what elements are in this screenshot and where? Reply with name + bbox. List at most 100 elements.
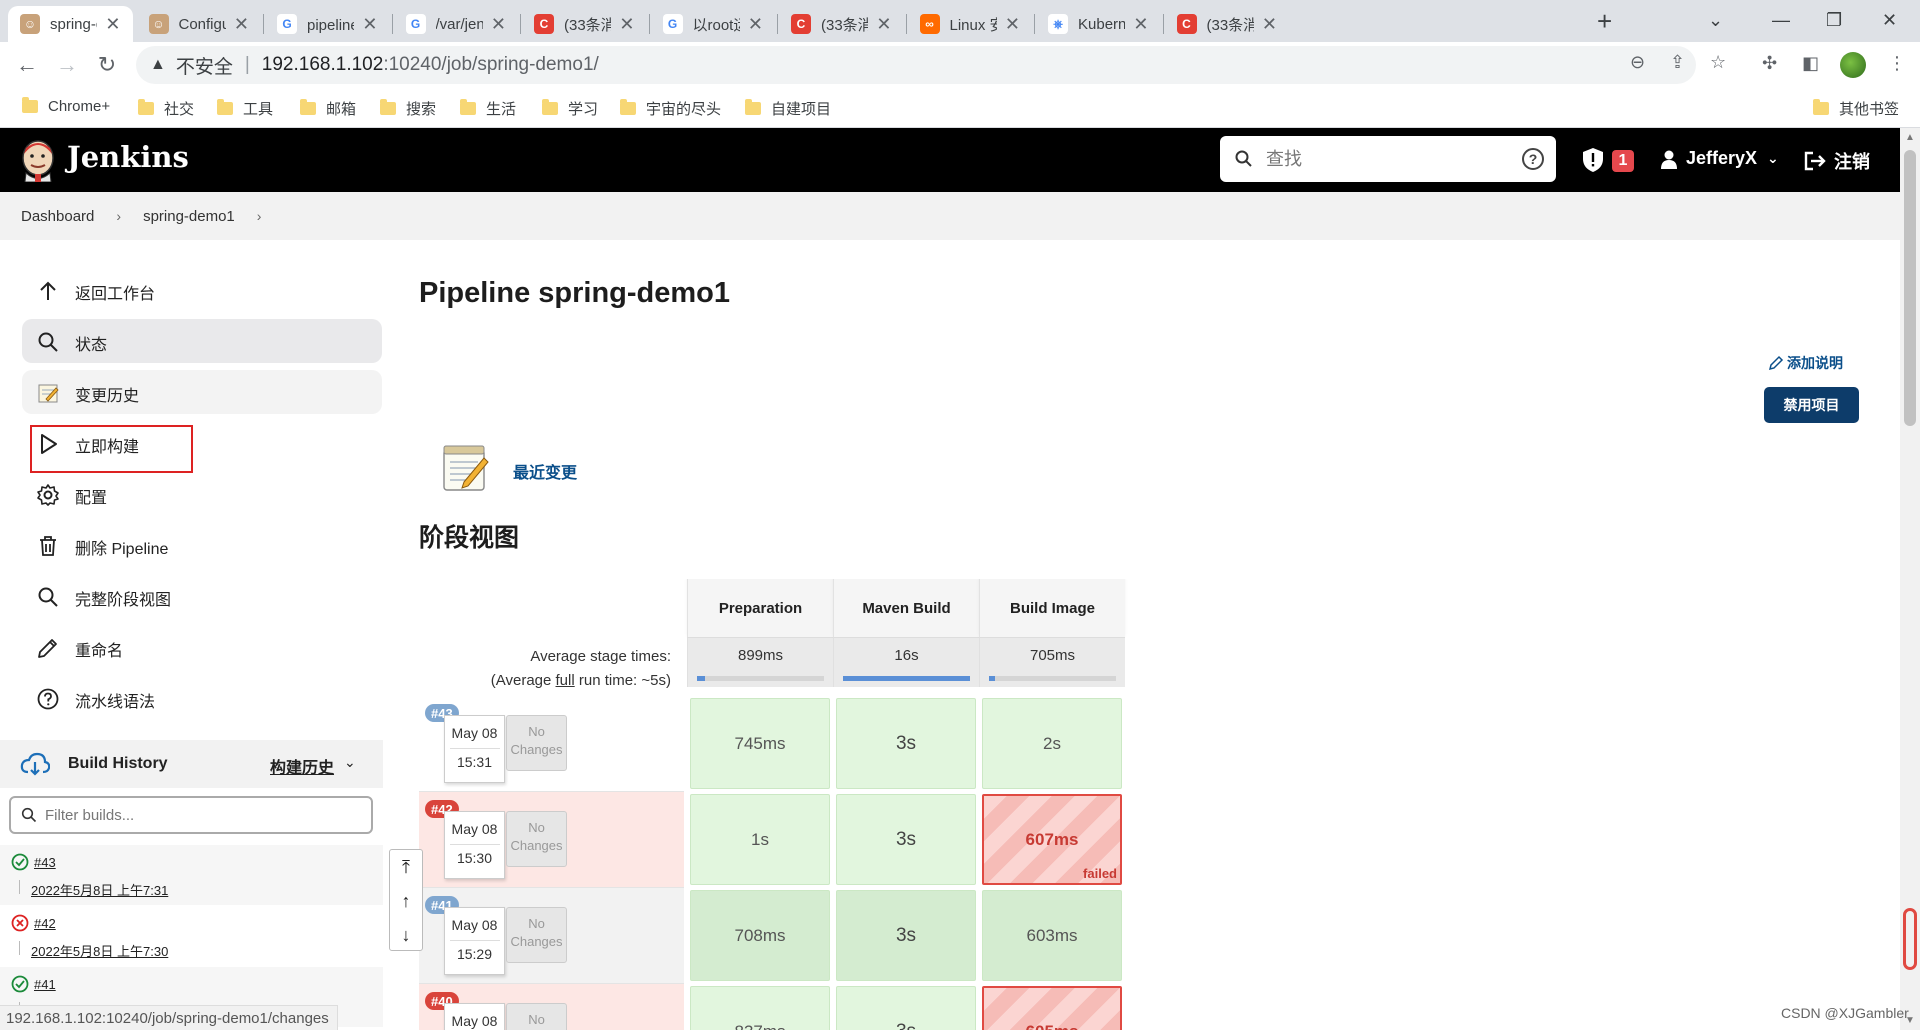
stage-cell[interactable]: 837ms: [690, 986, 830, 1030]
build-history-trend-link[interactable]: 构建历史: [270, 754, 334, 778]
filter-builds-input[interactable]: [45, 806, 345, 824]
build-number-link[interactable]: #41: [34, 977, 56, 992]
stage-cell[interactable]: 1s: [690, 794, 830, 885]
no-changes-label[interactable]: No Changes: [506, 907, 567, 963]
scrollbar-thumb[interactable]: [1904, 150, 1916, 426]
profile-avatar[interactable]: [1840, 52, 1866, 78]
notepad-icon[interactable]: [440, 442, 490, 492]
browser-tab[interactable]: Gpipeline 无 ✕: [265, 6, 390, 42]
extensions-icon[interactable]: ✣: [1762, 53, 1777, 74]
jenkins-search-box[interactable]: ?: [1220, 136, 1556, 182]
no-changes-label[interactable]: No Changes: [506, 811, 567, 867]
bookmark-folder[interactable]: 邮箱: [300, 98, 356, 119]
run-date-card[interactable]: May 08 15:30: [444, 811, 505, 879]
bookmark-folder[interactable]: 搜索: [380, 98, 436, 119]
bookmark-folder[interactable]: 学习: [542, 98, 598, 119]
bookmark-other[interactable]: 其他书签: [1813, 98, 1899, 119]
security-badge[interactable]: 1: [1612, 150, 1634, 172]
bookmark-star-icon[interactable]: ☆: [1710, 52, 1726, 73]
close-tab-icon[interactable]: ✕: [1005, 14, 1020, 35]
build-history-row[interactable]: #43 2022年5月8日 上午7:31: [0, 845, 383, 905]
scroll-down-icon[interactable]: ↓: [390, 918, 422, 952]
stage-cell[interactable]: 603ms: [982, 890, 1122, 981]
filter-builds-box[interactable]: [9, 796, 373, 834]
breadcrumb-job[interactable]: spring-demo1: [143, 208, 235, 225]
build-date-link[interactable]: 2022年5月8日 上午7:31: [31, 880, 168, 899]
stage-cell[interactable]: 3s: [836, 986, 976, 1030]
jenkins-logo-icon[interactable]: [20, 138, 56, 182]
stage-cell[interactable]: 3s: [836, 794, 976, 885]
zoom-icon[interactable]: ⊖: [1630, 52, 1645, 73]
minimize-window-button[interactable]: —: [1772, 6, 1790, 34]
sidebar-task-2[interactable]: 状态: [22, 319, 382, 363]
bookmark-folder[interactable]: 社交: [138, 98, 194, 119]
sidebar-task-3[interactable]: 变更历史: [22, 370, 382, 414]
sidebar-task-7[interactable]: 完整阶段视图: [22, 574, 382, 618]
stage-cell[interactable]: 745ms: [690, 698, 830, 789]
add-description-link[interactable]: 添加说明: [1768, 353, 1843, 373]
stage-cell[interactable]: 2s: [982, 698, 1122, 789]
sidebar-task-5[interactable]: 配置: [22, 472, 382, 516]
side-panel-icon[interactable]: ◧: [1802, 53, 1819, 74]
address-bar[interactable]: ▲ 不安全 | 192.168.1.102:10240/job/spring-d…: [136, 46, 1696, 84]
recent-changes-link[interactable]: 最近变更: [513, 459, 577, 483]
scroll-up-icon[interactable]: ↑: [390, 884, 422, 918]
close-tab-icon[interactable]: ✕: [234, 14, 249, 35]
sidebar-task-6[interactable]: 删除 Pipeline: [22, 523, 382, 567]
scroll-up-arrow-icon[interactable]: ▲: [1905, 132, 1915, 143]
sidebar-task-9[interactable]: 流水线语法: [22, 676, 382, 720]
browser-tab[interactable]: ☺ spring-demo1 ✕: [8, 6, 133, 42]
run-date-card[interactable]: May 08 15:29: [444, 907, 505, 975]
run-date-card[interactable]: May 08: [444, 1003, 505, 1030]
stage-cell[interactable]: 3s: [836, 890, 976, 981]
logout-button[interactable]: 注销: [1804, 148, 1870, 174]
stage-cell[interactable]: 3s: [836, 698, 976, 789]
browser-tab[interactable]: C (33条消息) ✕: [1165, 6, 1290, 42]
build-history-row[interactable]: #42 2022年5月8日 上午7:30: [0, 906, 383, 966]
close-tab-icon[interactable]: ✕: [748, 14, 763, 35]
chevron-down-icon[interactable]: ⌄: [344, 754, 356, 771]
close-tab-icon[interactable]: ✕: [1262, 14, 1277, 35]
chevron-right-icon[interactable]: ›: [116, 208, 121, 224]
browser-tab[interactable]: C (33条消息) ✕: [779, 6, 904, 42]
bookmark-folder[interactable]: 自建项目: [745, 98, 831, 119]
sidebar-task-1[interactable]: 返回工作台: [22, 268, 382, 312]
average-full-link[interactable]: full: [556, 672, 575, 689]
chevron-right-icon[interactable]: ›: [257, 208, 262, 224]
breadcrumb-dashboard[interactable]: Dashboard: [21, 208, 94, 225]
browser-tab[interactable]: C (33条消息) ✕: [522, 6, 647, 42]
share-icon[interactable]: ⇪: [1670, 52, 1685, 73]
browser-tab[interactable]: ⎈ Kubernetes ✕: [1036, 6, 1161, 42]
bookmark-folder[interactable]: 宇宙的尽头: [620, 98, 721, 119]
stage-cell[interactable]: 607ms failed: [982, 794, 1122, 885]
browser-tab[interactable]: ∞ Linux 安装 ✕: [908, 6, 1033, 42]
user-menu[interactable]: JefferyX ⌄: [1660, 148, 1779, 169]
close-tab-icon[interactable]: ✕: [362, 14, 377, 35]
stage-cell[interactable]: 708ms: [690, 890, 830, 981]
browser-menu-icon[interactable]: ⋮: [1888, 53, 1906, 74]
warning-icon[interactable]: ▲: [150, 56, 166, 74]
new-tab-button[interactable]: +: [1597, 8, 1612, 34]
close-tab-icon[interactable]: ✕: [105, 14, 120, 35]
build-date-link[interactable]: 2022年5月8日 上午7:30: [31, 941, 168, 960]
close-tab-icon[interactable]: ✕: [876, 14, 891, 35]
search-input[interactable]: [1266, 148, 1506, 170]
close-tab-icon[interactable]: ✕: [491, 14, 506, 35]
run-date-card[interactable]: May 08 15:31: [444, 715, 505, 783]
no-changes-label[interactable]: No Changes: [506, 715, 567, 771]
reload-button[interactable]: ↻: [92, 50, 122, 80]
browser-tab[interactable]: ☺ Configure ✕: [137, 6, 262, 42]
page-scrollbar[interactable]: ▲ ▼: [1900, 128, 1920, 1030]
no-changes-label[interactable]: No Changes: [506, 1003, 567, 1030]
bookmark-folder[interactable]: Chrome+: [22, 97, 110, 115]
sidebar-task-8[interactable]: 重命名: [22, 625, 382, 669]
bookmark-folder[interactable]: 工具: [217, 98, 273, 119]
close-tab-icon[interactable]: ✕: [619, 14, 634, 35]
build-number-link[interactable]: #42: [34, 916, 56, 931]
scroll-to-top-icon[interactable]: ⤒: [390, 850, 422, 884]
search-help-icon[interactable]: ?: [1522, 148, 1544, 170]
stage-cell[interactable]: 605msfailed: [982, 986, 1122, 1030]
shield-icon[interactable]: [1582, 147, 1604, 173]
forward-button[interactable]: →: [52, 50, 82, 80]
close-window-button[interactable]: ✕: [1882, 6, 1897, 34]
